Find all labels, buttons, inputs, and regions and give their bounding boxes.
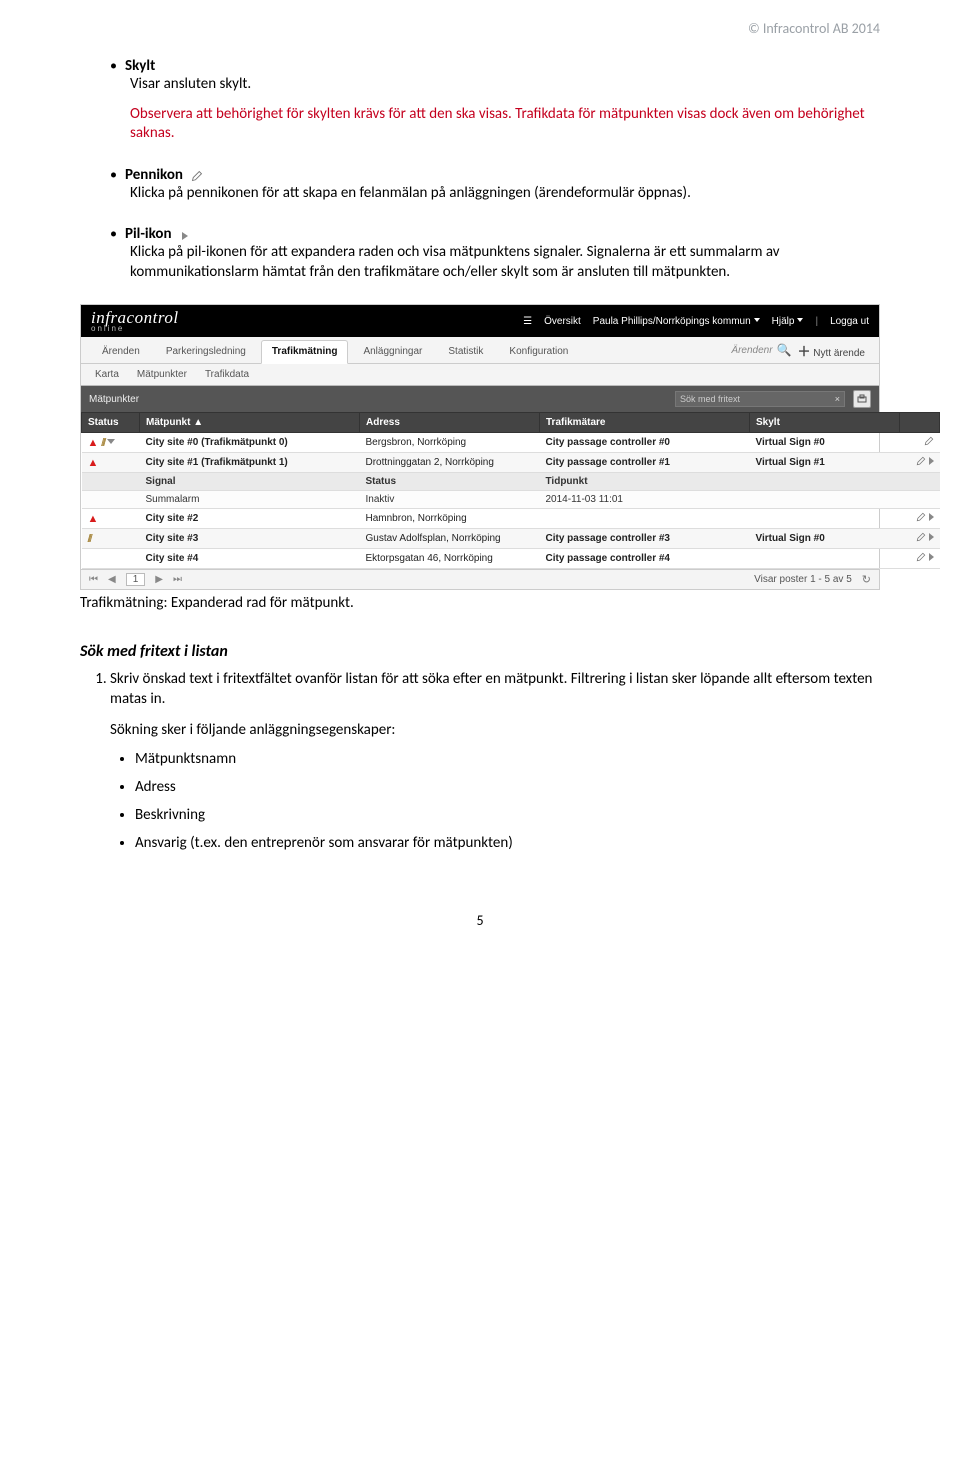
skylt-title: Skylt bbox=[125, 57, 155, 75]
copyright-line: © Infracontrol AB 2014 bbox=[80, 20, 880, 37]
col-status[interactable]: Status bbox=[82, 413, 140, 433]
nav-user[interactable]: Paula Phillips/Norrköpings kommun bbox=[593, 316, 760, 327]
pager-prev[interactable]: ◀ bbox=[108, 574, 116, 585]
pager-last[interactable]: ⏭ bbox=[173, 574, 182, 585]
warning-icon: ▲ bbox=[88, 457, 99, 469]
clear-icon[interactable]: × bbox=[835, 394, 840, 404]
subtab-karta[interactable]: Karta bbox=[95, 369, 119, 380]
pager-first[interactable]: ⏮ bbox=[89, 574, 98, 585]
print-button[interactable] bbox=[853, 390, 871, 408]
subtab-trafikdata[interactable]: Trafikdata bbox=[205, 369, 249, 380]
skylt-note: Observera att behörighet för skylten krä… bbox=[130, 105, 880, 144]
tab-statistik[interactable]: Statistik bbox=[437, 340, 494, 363]
pencil-icon[interactable] bbox=[916, 554, 926, 565]
subtab-matpunkter[interactable]: Mätpunkter bbox=[137, 369, 187, 380]
chevron-down-icon bbox=[754, 318, 760, 322]
list-toolbar: Mätpunkter Sök med fritext × bbox=[81, 386, 879, 412]
section-pilikon: • Pil-ikon Klicka på pil-ikonen för att … bbox=[80, 225, 880, 282]
section-skylt: • Skylt Visar ansluten skylt. Observera … bbox=[80, 57, 880, 144]
section-pennikon: • Pennikon Klicka på pennikonen för att … bbox=[80, 166, 880, 204]
skylt-line1: Visar ansluten skylt. bbox=[130, 75, 880, 95]
signal-subheader: Signal Status Tidpunkt bbox=[82, 473, 940, 491]
search-icon[interactable]: 🔍 bbox=[777, 343, 792, 357]
prop-beskrivning: Beskrivning bbox=[135, 806, 880, 824]
list-title: Mätpunkter bbox=[89, 394, 667, 405]
freetext-search-input[interactable]: Sök med fritext × bbox=[675, 391, 845, 407]
hatch-icon: /// bbox=[101, 437, 104, 449]
main-tabs: Ärenden Parkeringsledning Trafikmätning … bbox=[81, 337, 879, 364]
warning-icon: ▲ bbox=[88, 437, 99, 449]
col-trafikmatare[interactable]: Trafikmätare bbox=[540, 413, 750, 433]
bullet-dot: • bbox=[110, 227, 117, 241]
app-screenshot: infracontrol online ☰ Översikt Paula Phi… bbox=[80, 304, 880, 590]
pennikon-text: Klicka på pennikonen för att skapa en fe… bbox=[130, 184, 880, 204]
table-row[interactable]: ▲ /// City site #0 (Trafikmätpunkt 0) Be… bbox=[82, 433, 940, 453]
nav-overview[interactable]: Översikt bbox=[544, 316, 581, 327]
expand-right-icon[interactable] bbox=[929, 533, 934, 541]
pager-next[interactable]: ▶ bbox=[155, 574, 163, 585]
pager-summary: Visar poster 1 - 5 av 5 bbox=[754, 574, 852, 585]
figure-caption: Trafikmätning: Expanderad rad för mätpun… bbox=[80, 594, 880, 612]
pager: ⏮ ◀ 1 ▶ ⏭ Visar poster 1 - 5 av 5 ↻ bbox=[81, 569, 879, 589]
warning-icon: ▲ bbox=[88, 513, 99, 525]
chevron-down-icon bbox=[797, 318, 803, 322]
nav-logout[interactable]: Logga ut bbox=[830, 316, 869, 327]
arrow-right-icon bbox=[180, 228, 192, 240]
pencil-icon bbox=[191, 169, 203, 181]
topbar: infracontrol online ☰ Översikt Paula Phi… bbox=[81, 305, 879, 337]
page-number: 5 bbox=[80, 912, 880, 929]
pager-page[interactable]: 1 bbox=[126, 573, 146, 586]
pencil-icon[interactable] bbox=[924, 438, 934, 449]
bullet-dot: • bbox=[110, 168, 117, 182]
refresh-icon[interactable]: ↻ bbox=[862, 573, 871, 586]
col-skylt[interactable]: Skylt bbox=[750, 413, 900, 433]
expand-right-icon[interactable] bbox=[929, 553, 934, 561]
tab-konfiguration[interactable]: Konfiguration bbox=[498, 340, 579, 363]
tab-parkeringsledning[interactable]: Parkeringsledning bbox=[155, 340, 257, 363]
tab-anlaggningar[interactable]: Anläggningar bbox=[352, 340, 433, 363]
col-matpunkt[interactable]: Mätpunkt ▲ bbox=[140, 413, 360, 433]
case-search-label: Ärendenr bbox=[731, 345, 772, 356]
signal-subrow: Summalarm Inaktiv 2014-11-03 11:01 bbox=[82, 491, 940, 509]
expand-down-icon[interactable] bbox=[107, 439, 115, 444]
table-row[interactable]: ▲ City site #2 Hamnbron, Norrköping bbox=[82, 509, 940, 529]
prop-matpunktsnamn: Mätpunktsnamn bbox=[135, 750, 880, 768]
prop-adress: Adress bbox=[135, 778, 880, 796]
pennikon-title: Pennikon bbox=[125, 166, 183, 184]
new-case-button[interactable]: ＋ Nytt ärende bbox=[798, 341, 866, 360]
pencil-icon[interactable] bbox=[916, 514, 926, 525]
grid-icon[interactable]: ☰ bbox=[523, 316, 532, 327]
bullet-dot: • bbox=[110, 59, 117, 73]
sok-heading: Sök med fritext i listan bbox=[80, 642, 880, 661]
sok-step-1: Skriv önskad text i fritextfältet ovanfö… bbox=[110, 669, 880, 740]
pilikon-text: Klicka på pil-ikonen för att expandera r… bbox=[130, 243, 880, 282]
pilikon-title: Pil-ikon bbox=[125, 225, 172, 243]
table-row[interactable]: ▲ City site #1 (Trafikmätpunkt 1) Drottn… bbox=[82, 453, 940, 473]
pencil-icon[interactable] bbox=[916, 458, 926, 469]
mätpunkter-table: Status Mätpunkt ▲ Adress Trafikmätare Sk… bbox=[81, 412, 940, 569]
expand-right-icon[interactable] bbox=[929, 457, 934, 465]
prop-ansvarig: Ansvarig (t.ex. den entreprenör som ansv… bbox=[135, 834, 880, 852]
nav-help[interactable]: Hjälp bbox=[772, 316, 804, 327]
table-row[interactable]: /// City site #3 Gustav Adolfsplan, Norr… bbox=[82, 529, 940, 549]
table-row[interactable]: City site #4 Ektorpsgatan 46, Norrköping… bbox=[82, 549, 940, 569]
pencil-icon[interactable] bbox=[916, 534, 926, 545]
hatch-icon: /// bbox=[88, 533, 91, 545]
sub-tabs: Karta Mätpunkter Trafikdata bbox=[81, 364, 879, 386]
tab-trafikmatning[interactable]: Trafikmätning bbox=[261, 340, 349, 364]
tab-arenden[interactable]: Ärenden bbox=[91, 340, 151, 363]
expand-right-icon[interactable] bbox=[929, 513, 934, 521]
col-adress[interactable]: Adress bbox=[360, 413, 540, 433]
